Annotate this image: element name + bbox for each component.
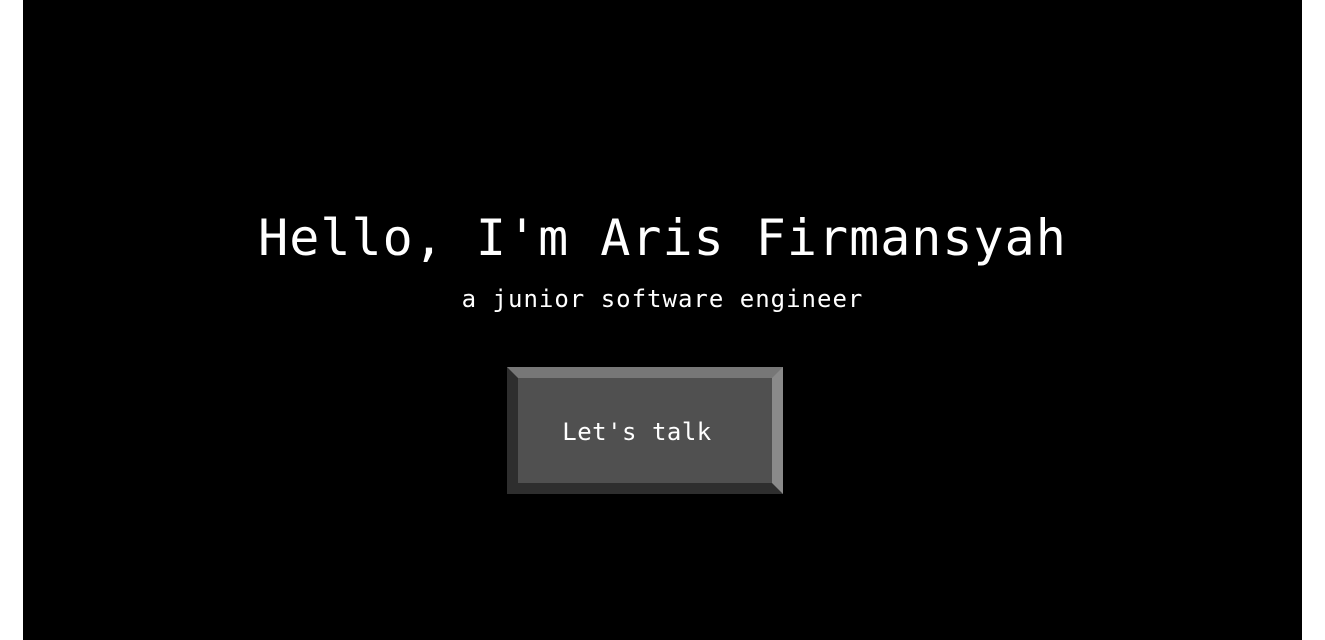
lets-talk-button[interactable]: Let's talk xyxy=(507,367,783,494)
hero-title: Hello, I'm Aris Firmansyah xyxy=(258,209,1067,267)
hero-section xyxy=(23,0,1302,640)
page: Hello, I'm Aris Firmansyah a junior soft… xyxy=(0,0,1325,640)
lets-talk-label: Let's talk xyxy=(562,417,712,446)
hero-subtitle: a junior software engineer xyxy=(461,285,864,313)
